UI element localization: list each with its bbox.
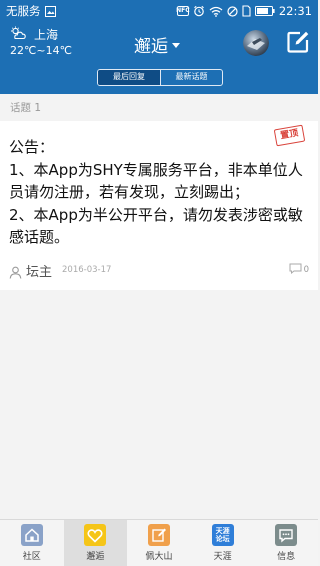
carrier-text: 无服务 xyxy=(6,4,41,18)
tab-last-reply[interactable]: 最后回复 xyxy=(98,70,160,85)
status-right: NFC 22:31 xyxy=(176,4,312,18)
bottom-nav: 社区 邂逅 佩大山 天涯 论坛 天涯 信息 xyxy=(0,519,318,566)
partly-cloudy-icon xyxy=(10,26,26,43)
user-icon xyxy=(9,264,22,279)
post-line: 2、本App为半公开平台，请勿发表涉密或敏感话题。 xyxy=(9,205,303,247)
heart-icon xyxy=(84,524,107,546)
comment-count-value: 0 xyxy=(303,265,309,275)
compose-icon xyxy=(287,31,309,53)
nav-label: 天涯 xyxy=(213,552,232,562)
nav-label: 佩大山 xyxy=(145,552,173,562)
sim-icon xyxy=(242,5,251,17)
nav-messages[interactable]: 信息 xyxy=(254,520,318,566)
post-card[interactable]: 置顶 公告： 1、本App为SHY专属服务平台，非本单位人员请勿注册，若有发现，… xyxy=(0,121,318,290)
weather-temperature: 22℃~14℃ xyxy=(10,44,72,57)
nfc-icon: NFC xyxy=(176,6,190,16)
home-icon xyxy=(20,524,43,546)
image-notification-icon xyxy=(44,5,56,17)
post-line: 1、本App为SHY专属服务平台，非本单位人员请勿注册，若有发现，立刻踢出； xyxy=(9,160,303,202)
comment-icon xyxy=(289,263,302,277)
edit-icon xyxy=(147,524,170,546)
weather-city: 上海 xyxy=(34,27,59,42)
message-icon xyxy=(275,524,298,546)
app-header: 上海 22℃~14℃ 邂逅 最后回复 最新话题 xyxy=(0,22,318,94)
weather-widget[interactable]: 上海 22℃~14℃ xyxy=(10,26,72,57)
page-title: 邂逅 xyxy=(134,37,168,57)
comment-count: 0 xyxy=(289,263,309,277)
compose-button[interactable] xyxy=(286,30,310,54)
tianya-forum-icon: 天涯 论坛 xyxy=(211,524,234,546)
post-body: 公告： 1、本App为SHY专属服务平台，非本单位人员请勿注册，若有发现，立刻踢… xyxy=(9,136,309,249)
nav-label: 信息 xyxy=(277,552,296,562)
sort-tabs: 最后回复 最新话题 xyxy=(97,69,223,86)
tianya-logo-line: 论坛 xyxy=(215,535,230,543)
topic-count-label: 话题 1 xyxy=(10,102,42,114)
nav-label: 邂逅 xyxy=(86,552,105,562)
board-selector[interactable]: 邂逅 xyxy=(134,32,180,57)
clock-time: 22:31 xyxy=(278,4,312,18)
post-date: 2016-03-17 xyxy=(62,265,112,275)
status-left: 无服务 xyxy=(6,3,56,19)
wifi-icon xyxy=(209,6,223,17)
nav-label: 社区 xyxy=(22,552,41,562)
nav-encounter[interactable]: 邂逅 xyxy=(63,520,128,566)
tab-newest-topics[interactable]: 最新话题 xyxy=(160,70,222,85)
post-footer: 坛主 2016-03-17 0 xyxy=(9,261,309,280)
nav-community[interactable]: 社区 xyxy=(0,520,64,566)
post-author[interactable]: 坛主 xyxy=(26,261,52,280)
no-signal-icon xyxy=(227,5,238,17)
chevron-down-icon xyxy=(172,43,180,48)
alarm-icon xyxy=(193,5,205,17)
status-bar: 无服务 NFC 22:31 xyxy=(0,0,318,22)
tianya-logo-line: 天涯 xyxy=(215,527,230,535)
avatar[interactable] xyxy=(243,30,269,56)
battery-icon xyxy=(254,6,275,16)
nav-peidashan[interactable]: 佩大山 xyxy=(127,520,191,566)
nav-tianya[interactable]: 天涯 论坛 天涯 xyxy=(191,520,255,566)
post-title: 公告： xyxy=(9,138,55,156)
